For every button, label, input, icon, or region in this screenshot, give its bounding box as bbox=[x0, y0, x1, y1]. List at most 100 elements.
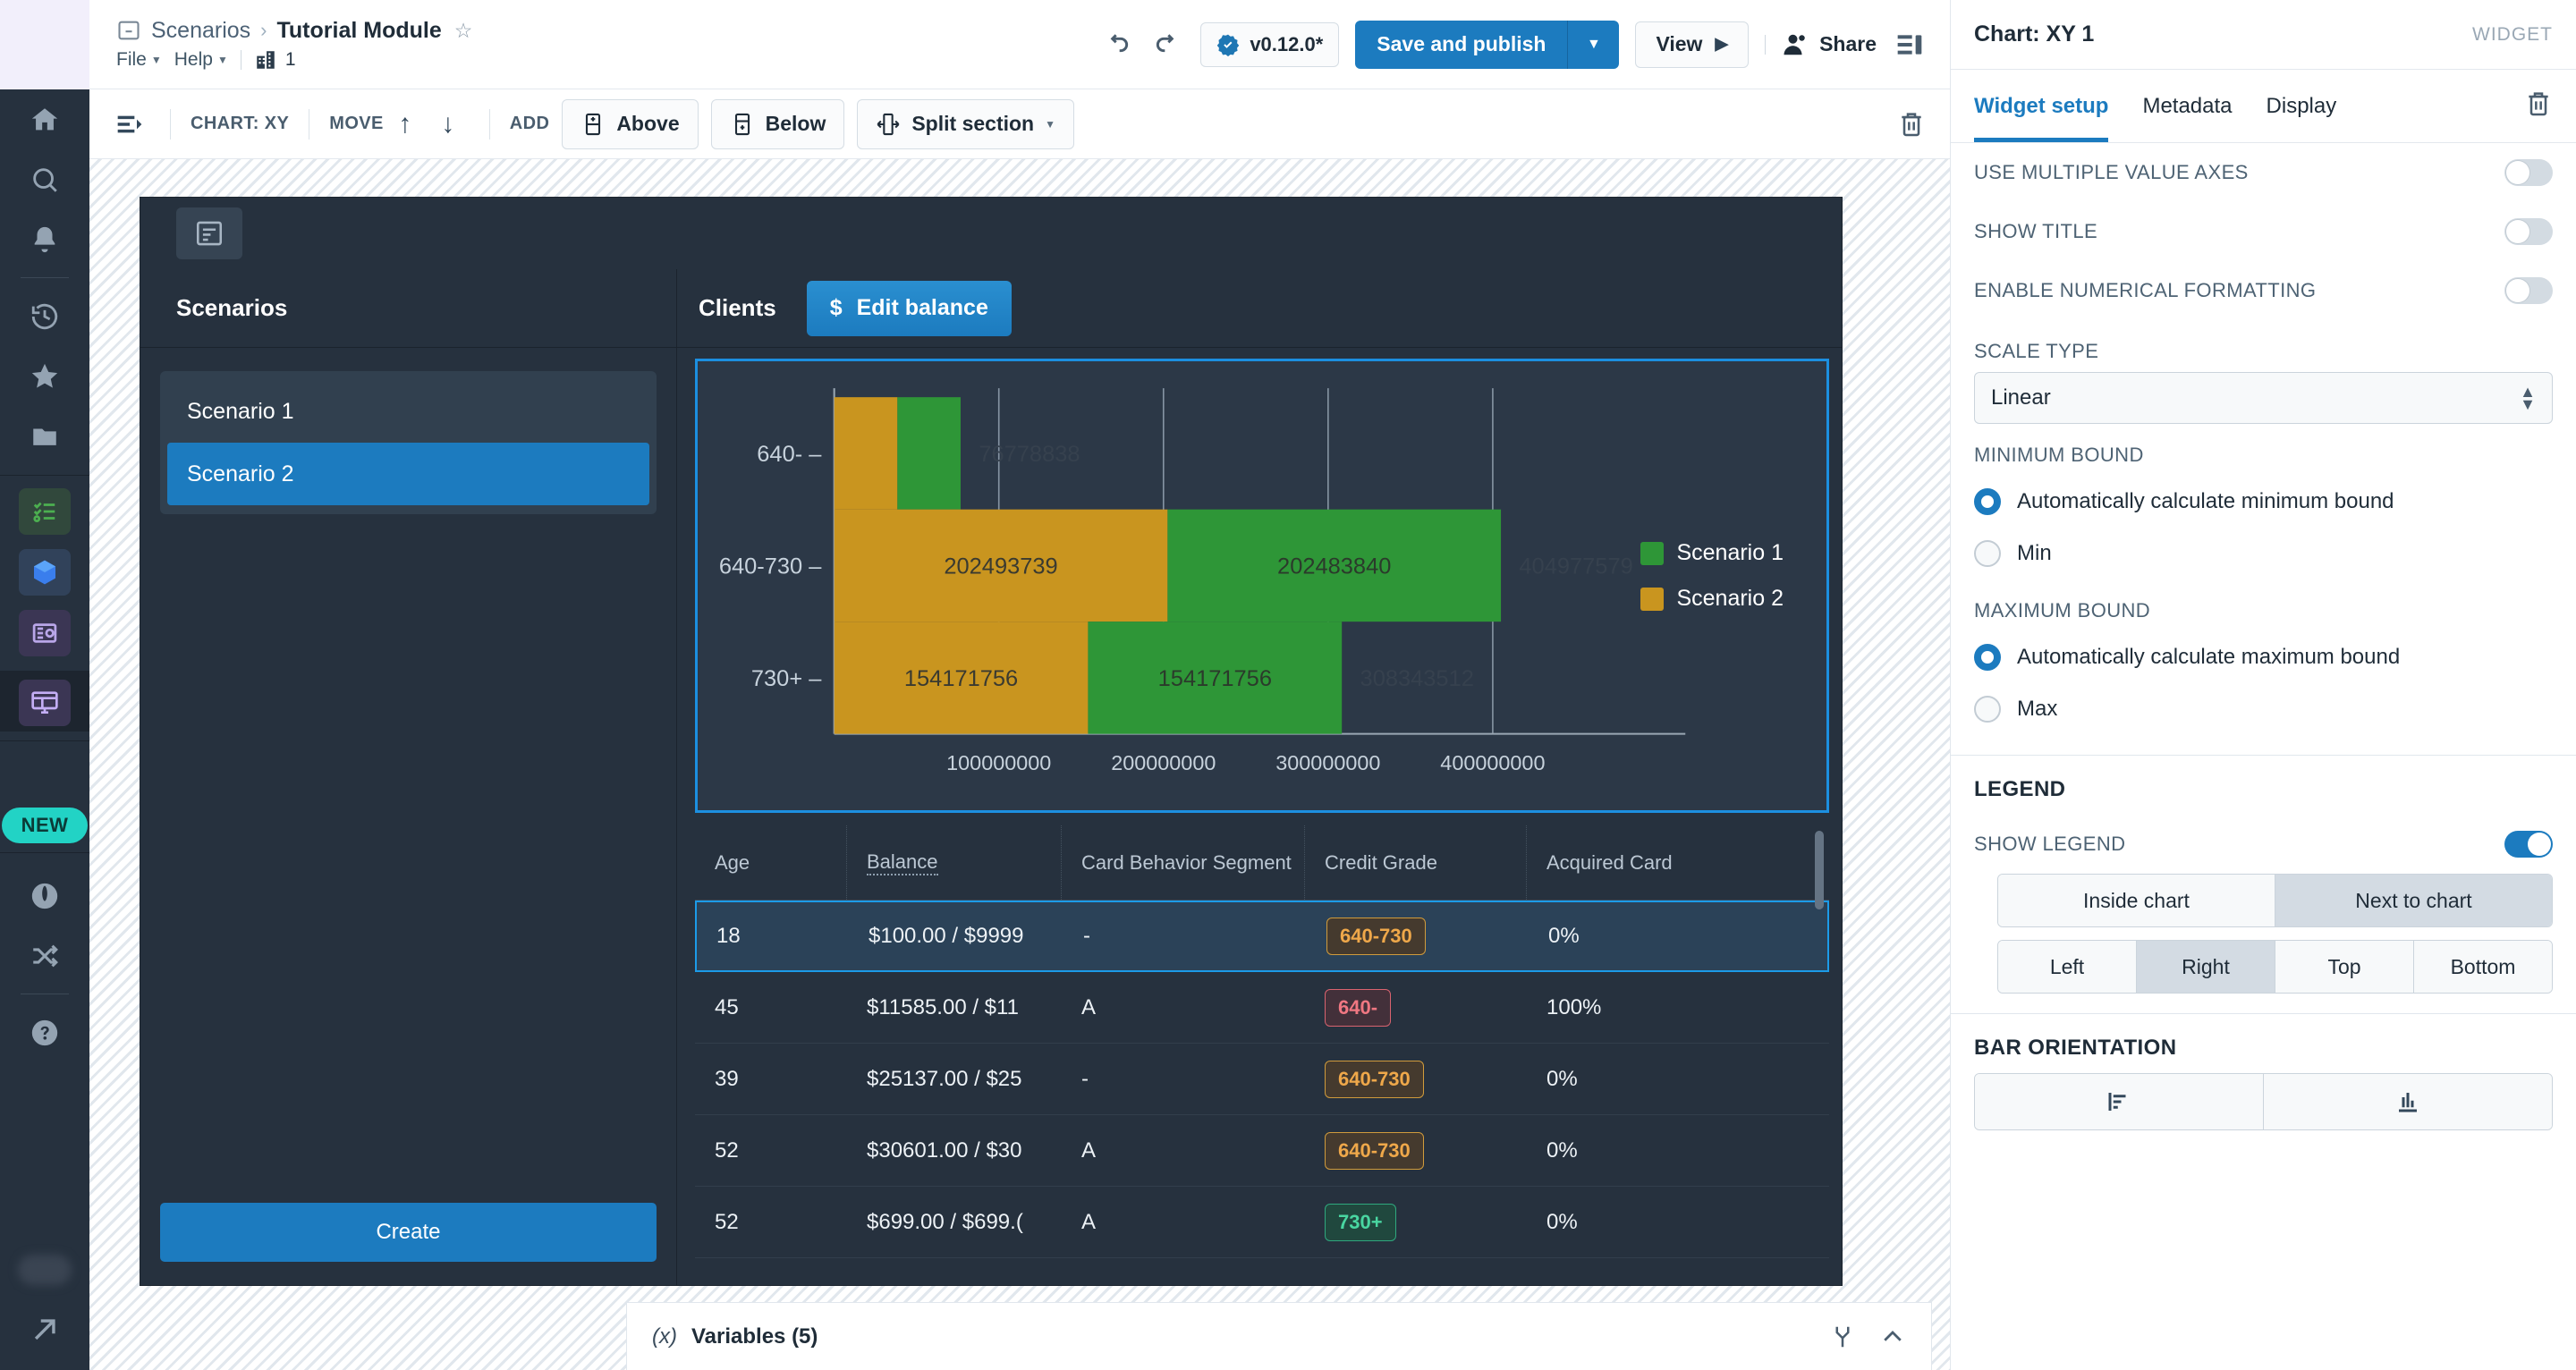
rail-divider-4 bbox=[0, 852, 89, 853]
delete-widget-icon[interactable] bbox=[1894, 107, 1928, 141]
globe-icon[interactable] bbox=[0, 866, 89, 926]
legend-side-top[interactable]: Top bbox=[2275, 941, 2414, 993]
clients-table: Age Balance Card Behavior Segment Credit… bbox=[695, 825, 1829, 1285]
xy-chart-widget[interactable]: 100000000 200000000 300000000 400000000 640-… bbox=[695, 359, 1829, 813]
setting-show-legend[interactable]: SHOW LEGEND bbox=[1974, 815, 2553, 874]
move-down-icon[interactable]: ↓ bbox=[427, 103, 470, 146]
column-header-card-behavior-segment[interactable]: Card Behavior Segment bbox=[1062, 825, 1305, 900]
chart-legend: Scenario 1 Scenario 2 bbox=[1640, 540, 1784, 612]
legend-swatch-scenario-2 bbox=[1640, 587, 1665, 611]
dollar-icon: $ bbox=[829, 295, 843, 320]
list-item[interactable]: Scenario 2 bbox=[167, 443, 649, 505]
table-row[interactable]: 18 $100.00 / $9999 - 640-730 0% bbox=[695, 901, 1829, 972]
cube-icon[interactable] bbox=[19, 549, 71, 596]
dashboard-icon[interactable] bbox=[19, 680, 71, 726]
radio-max-auto[interactable]: Automatically calculate maximum bound bbox=[1974, 631, 2553, 683]
undo-icon[interactable] bbox=[1100, 28, 1134, 62]
cell-age: 45 bbox=[715, 994, 739, 1019]
folder-icon[interactable] bbox=[0, 406, 89, 466]
home-icon[interactable] bbox=[0, 89, 89, 149]
legend-item[interactable]: Scenario 1 bbox=[1640, 540, 1784, 566]
legend-side-right[interactable]: Right bbox=[2137, 941, 2275, 993]
shuffle-icon[interactable] bbox=[0, 926, 89, 985]
legend-placement-next-to-chart[interactable]: Next to chart bbox=[2275, 875, 2552, 926]
cell-acquired-card: 0% bbox=[1546, 1066, 1578, 1091]
avatar[interactable] bbox=[18, 1255, 72, 1285]
table-row[interactable]: 52 $699.00 / $699.(A 730+ 0% bbox=[695, 1187, 1829, 1258]
table-scrollbar[interactable] bbox=[1815, 831, 1824, 909]
panel-toggle-icon[interactable] bbox=[1893, 28, 1927, 62]
app-logo-slot[interactable] bbox=[0, 0, 89, 89]
tab-display[interactable]: Display bbox=[2267, 70, 2337, 142]
redo-icon[interactable] bbox=[1150, 28, 1184, 62]
new-badge[interactable]: NEW bbox=[1, 808, 89, 843]
collapse-sidebar-icon[interactable] bbox=[109, 110, 150, 139]
breadcrumb-parent[interactable]: Scenarios bbox=[151, 18, 250, 44]
add-below-icon bbox=[734, 113, 750, 135]
favorite-star-icon[interactable]: ☆ bbox=[454, 19, 473, 43]
save-and-publish-button[interactable]: Save and publish bbox=[1355, 20, 1568, 69]
toggle-enable-numerical-formatting[interactable] bbox=[2504, 277, 2553, 304]
external-link-icon[interactable] bbox=[0, 1299, 89, 1359]
tasks-icon[interactable] bbox=[19, 488, 71, 535]
column-header-acquired-card[interactable]: Acquired Card bbox=[1527, 825, 1759, 900]
history-icon[interactable] bbox=[0, 286, 89, 346]
cell-acquired-card: 0% bbox=[1546, 1137, 1578, 1163]
share-button[interactable]: Share bbox=[1782, 31, 1877, 58]
toggle-show-title[interactable] bbox=[2504, 218, 2553, 245]
edit-balance-button[interactable]: $ Edit balance bbox=[806, 280, 1012, 336]
view-button[interactable]: View ▶ bbox=[1635, 21, 1750, 68]
version-button[interactable]: v0.12.0* bbox=[1200, 21, 1340, 67]
column-header-balance[interactable]: Balance bbox=[847, 825, 1062, 900]
chevron-up-icon[interactable] bbox=[1879, 1323, 1906, 1350]
star-icon[interactable] bbox=[0, 346, 89, 406]
add-below-button[interactable]: Below bbox=[710, 98, 845, 149]
building-count[interactable]: 1 bbox=[254, 48, 296, 72]
scale-type-select[interactable]: Linear ▲ ▼ bbox=[1974, 372, 2553, 424]
radio-max-manual[interactable]: Max bbox=[1974, 683, 2553, 735]
tab-metadata[interactable]: Metadata bbox=[2142, 70, 2232, 142]
radio-min-manual[interactable]: Min bbox=[1974, 528, 2553, 579]
save-dropdown-caret-icon[interactable]: ▼ bbox=[1567, 20, 1620, 69]
scenarios-title: Scenarios bbox=[140, 269, 676, 348]
branch-icon[interactable] bbox=[1829, 1323, 1856, 1350]
menu-file[interactable]: File ▼ bbox=[116, 49, 162, 71]
help-icon[interactable] bbox=[0, 1002, 89, 1062]
move-up-icon[interactable]: ↑ bbox=[384, 103, 427, 146]
table-row[interactable]: 39 $25137.00 / $25 - 640-730 0% bbox=[695, 1044, 1829, 1115]
svg-text:154171756: 154171756 bbox=[1158, 666, 1272, 691]
setting-use-multiple-value-axes[interactable]: USE MULTIPLE VALUE AXES bbox=[1974, 143, 2553, 202]
toggle-use-multiple-value-axes[interactable] bbox=[2504, 159, 2553, 186]
setting-show-title[interactable]: SHOW TITLE bbox=[1974, 202, 2553, 261]
column-header-age[interactable]: Age bbox=[695, 825, 847, 900]
tab-widget-setup[interactable]: Widget setup bbox=[1974, 70, 2108, 142]
list-item[interactable]: Scenario 1 bbox=[167, 380, 649, 443]
layout-panel-icon[interactable] bbox=[19, 610, 71, 656]
add-above-button[interactable]: Above bbox=[562, 98, 699, 149]
bell-icon[interactable] bbox=[0, 209, 89, 269]
legend-side-left[interactable]: Left bbox=[1998, 941, 2137, 993]
search-icon[interactable] bbox=[0, 149, 89, 209]
toggle-show-legend[interactable] bbox=[2504, 831, 2553, 858]
legend-label: Scenario 1 bbox=[1676, 540, 1784, 565]
text-widget-icon[interactable] bbox=[176, 207, 242, 259]
table-row[interactable]: 52 $30601.00 / $30 A 640-730 0% bbox=[695, 1115, 1829, 1187]
split-section-button[interactable]: Split section ▼ bbox=[857, 98, 1074, 149]
create-button[interactable]: Create bbox=[160, 1203, 657, 1262]
legend-item[interactable]: Scenario 2 bbox=[1640, 586, 1784, 612]
legend-side-bottom[interactable]: Bottom bbox=[2414, 941, 2552, 993]
tab-clients[interactable]: Clients bbox=[699, 294, 776, 322]
variables-bar[interactable]: (x) Variables (5) bbox=[626, 1302, 1932, 1370]
table-row[interactable]: 45 $11585.00 / $11 A 640- 100% bbox=[695, 972, 1829, 1044]
column-header-credit-grade[interactable]: Credit Grade bbox=[1305, 825, 1527, 900]
panel-header: Chart: XY 1 WIDGET bbox=[1951, 0, 2576, 70]
delete-widget-icon[interactable] bbox=[2524, 89, 2553, 123]
menu-help[interactable]: Help ▼ bbox=[174, 49, 228, 71]
rail-item-dashboards-active[interactable] bbox=[0, 671, 89, 732]
setting-enable-numerical-formatting[interactable]: ENABLE NUMERICAL FORMATTING bbox=[1974, 261, 2553, 320]
rail-bottom-group bbox=[0, 1240, 89, 1370]
radio-min-auto[interactable]: Automatically calculate minimum bound bbox=[1974, 476, 2553, 528]
bar-orientation-vertical[interactable] bbox=[2264, 1074, 2552, 1129]
bar-orientation-horizontal[interactable] bbox=[1975, 1074, 2264, 1129]
legend-placement-inside-chart[interactable]: Inside chart bbox=[1998, 875, 2275, 926]
